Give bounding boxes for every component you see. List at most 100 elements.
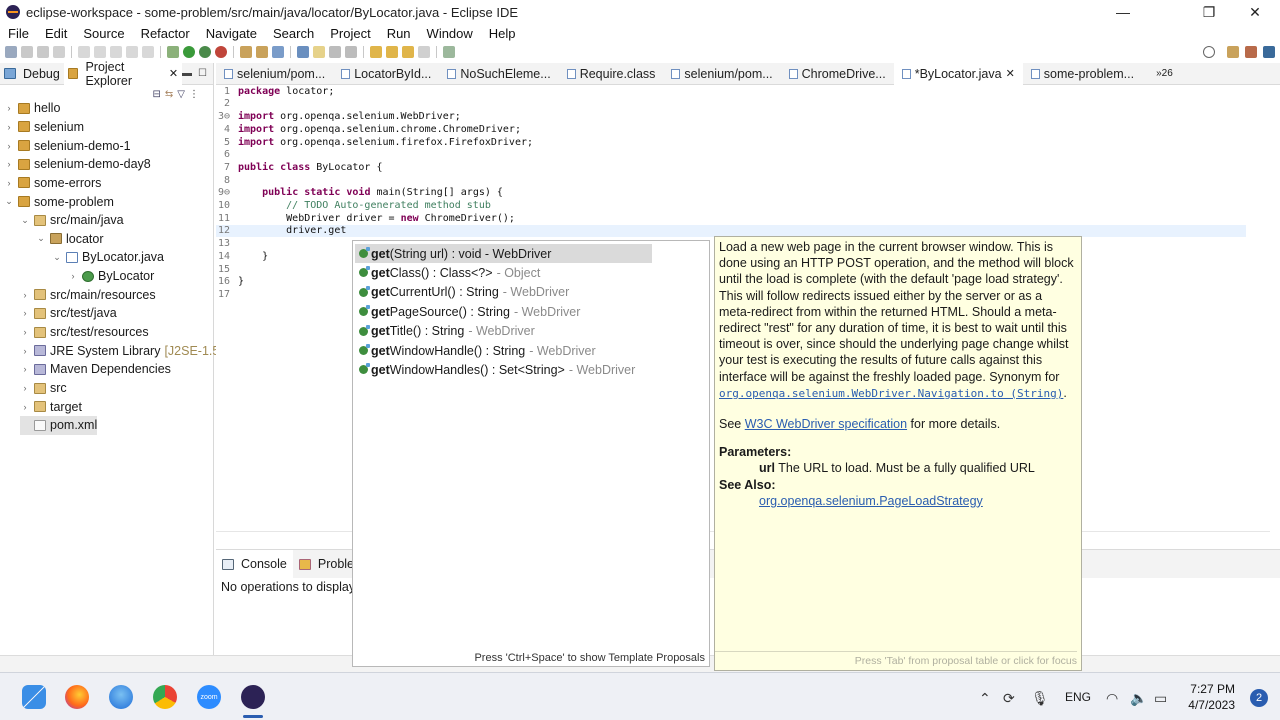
tab-console[interactable]: Console — [216, 550, 293, 578]
menu-window[interactable]: Window — [419, 26, 481, 41]
code-line[interactable]: 11 WebDriver driver = new ChromeDriver()… — [216, 212, 515, 225]
view-menu-icon[interactable]: ⋮ — [189, 89, 199, 100]
resume-icon[interactable] — [78, 46, 90, 58]
print-icon[interactable] — [53, 46, 65, 58]
suspend-icon[interactable] — [94, 46, 106, 58]
java-ee-perspective-icon[interactable] — [1245, 46, 1257, 58]
step-into-icon[interactable] — [126, 46, 138, 58]
search-icon[interactable] — [1203, 46, 1215, 58]
code-line[interactable]: 9⊖ public static void main(String[] args… — [216, 187, 503, 200]
open-perspective-icon[interactable] — [1227, 46, 1239, 58]
tree-item[interactable]: › src/test/resources — [20, 323, 149, 342]
step-over-icon[interactable] — [142, 46, 154, 58]
tree-item[interactable]: › target — [20, 397, 82, 416]
collapsed-arrow-icon[interactable]: › — [4, 159, 14, 169]
proposal-item[interactable]: get CurrentUrl() : String - WebDriver — [355, 283, 652, 302]
code-line[interactable]: 17 — [216, 288, 238, 301]
tree-item[interactable]: › src/test/java — [20, 304, 117, 323]
windows-start-icon[interactable] — [22, 685, 46, 709]
tree-item[interactable]: › hello — [4, 99, 61, 118]
save-icon[interactable] — [21, 46, 33, 58]
code-line[interactable]: 13 — [216, 237, 238, 250]
proposal-item[interactable]: get Class() : Class<?> - Object — [355, 263, 652, 282]
collapsed-arrow-icon[interactable]: › — [20, 327, 30, 337]
editor-vertical-scrollbar[interactable] — [1258, 85, 1270, 531]
code-line[interactable]: 15 — [216, 263, 238, 276]
tree-item[interactable]: ⌄ ByLocator.java — [52, 248, 164, 267]
show-hidden-icons-icon[interactable]: ⌃ — [979, 690, 991, 707]
tree-item[interactable]: › some-errors — [4, 174, 102, 193]
editor-tab-overflow[interactable]: »26 — [1156, 68, 1173, 79]
show-whitespace-icon[interactable] — [345, 46, 357, 58]
tree-item[interactable]: › src — [20, 379, 67, 398]
search-toolbar-icon[interactable] — [313, 46, 325, 58]
proposal-item[interactable]: get WindowHandle() : String - WebDriver — [355, 341, 652, 360]
minimize-button[interactable]: — — [1100, 0, 1146, 24]
tree-item[interactable]: › Maven Dependencies — [20, 360, 171, 379]
toggle-mark-icon[interactable] — [329, 46, 341, 58]
editor-tab[interactable]: ChromeDrive... — [781, 63, 894, 85]
menu-source[interactable]: Source — [75, 26, 132, 41]
tree-item[interactable]: › selenium — [4, 118, 85, 137]
zoom-icon[interactable]: zoom — [197, 685, 221, 709]
run-icon[interactable] — [183, 46, 195, 58]
code-line[interactable]: 1 package locator; — [216, 85, 334, 98]
tree-item[interactable]: pom.xml — [20, 416, 98, 435]
terminate-icon[interactable] — [110, 46, 122, 58]
code-line[interactable]: 5 import org.openqa.selenium.firefox.Fire… — [216, 136, 533, 149]
code-line[interactable]: 7 public class ByLocator { — [216, 161, 383, 174]
eclipse-taskbar-icon[interactable] — [241, 685, 265, 709]
java-perspective-icon[interactable] — [1263, 46, 1275, 58]
expanded-arrow-icon[interactable]: ⌄ — [36, 233, 46, 244]
collapsed-arrow-icon[interactable]: › — [20, 364, 30, 374]
editor-tab[interactable]: NoSuchEleme... — [439, 63, 558, 85]
code-line[interactable]: 8 — [216, 174, 238, 187]
code-line[interactable]: 2 — [216, 98, 238, 111]
notification-badge[interactable]: 2 — [1250, 689, 1268, 707]
code-line[interactable]: 4 import org.openqa.selenium.chrome.Chrom… — [216, 123, 521, 136]
collapsed-arrow-icon[interactable]: › — [20, 402, 30, 412]
proposal-item[interactable]: get WindowHandles() : Set<String> - WebDri… — [355, 360, 652, 379]
menu-project[interactable]: Project — [322, 26, 378, 41]
sync-icon[interactable]: ⟳ — [1003, 690, 1015, 707]
new-icon[interactable] — [5, 46, 17, 58]
menu-edit[interactable]: Edit — [37, 26, 75, 41]
collapsed-arrow-icon[interactable]: › — [4, 103, 14, 113]
code-line[interactable]: 16} — [216, 276, 244, 289]
editor-tab[interactable]: *ByLocator.java ✕ — [893, 62, 1023, 85]
collapsed-arrow-icon[interactable]: › — [20, 346, 30, 356]
menu-help[interactable]: Help — [481, 26, 524, 41]
menu-file[interactable]: File — [0, 26, 37, 41]
tab-debug[interactable]: Debug — [0, 63, 64, 85]
editor-tab[interactable]: Require.class — [559, 63, 664, 85]
collapsed-arrow-icon[interactable]: › — [4, 122, 14, 132]
tree-item[interactable]: ⌄ src/main/java — [20, 211, 123, 230]
proposal-item[interactable]: get Title() : String - WebDriver — [355, 322, 652, 341]
menu-search[interactable]: Search — [265, 26, 322, 41]
close-tab-icon[interactable]: ✕ — [1006, 67, 1015, 80]
close-window-button[interactable]: ✕ — [1232, 0, 1278, 24]
next-annotation-icon[interactable] — [370, 46, 382, 58]
editor-tab[interactable]: LocatorById... — [333, 63, 439, 85]
minimize-view-icon[interactable]: ▬ — [182, 68, 192, 79]
code-line[interactable]: 3⊖ import org.openqa.selenium.WebDriver; — [216, 110, 461, 123]
back-icon[interactable] — [402, 46, 414, 58]
code-line[interactable]: 6 — [216, 149, 238, 162]
new-package-icon[interactable] — [256, 46, 268, 58]
save-all-icon[interactable] — [37, 46, 49, 58]
menu-run[interactable]: Run — [379, 26, 419, 41]
editor-tab[interactable]: selenium/pom... — [216, 63, 333, 85]
expanded-arrow-icon[interactable]: ⌄ — [4, 196, 14, 207]
pin-editor-icon[interactable] — [443, 46, 455, 58]
editor-tab[interactable]: some-problem... — [1023, 63, 1142, 85]
proposal-item[interactable]: get PageSource() : String - WebDriver — [355, 302, 652, 321]
firefox-icon[interactable] — [65, 685, 89, 709]
collapsed-arrow-icon[interactable]: › — [4, 141, 14, 151]
coverage-icon[interactable] — [199, 46, 211, 58]
tab-project-explorer[interactable]: Project Explorer ✕ — [63, 60, 183, 88]
external-tools-icon[interactable] — [215, 46, 227, 58]
wifi-icon[interactable]: ◠ — [1106, 690, 1118, 707]
volume-icon[interactable]: 🔈 — [1130, 690, 1147, 707]
javadoc-synonym-link[interactable]: org.openqa.selenium.WebDriver.Navigation… — [719, 387, 1063, 400]
editor-tab[interactable]: selenium/pom... — [663, 63, 780, 85]
